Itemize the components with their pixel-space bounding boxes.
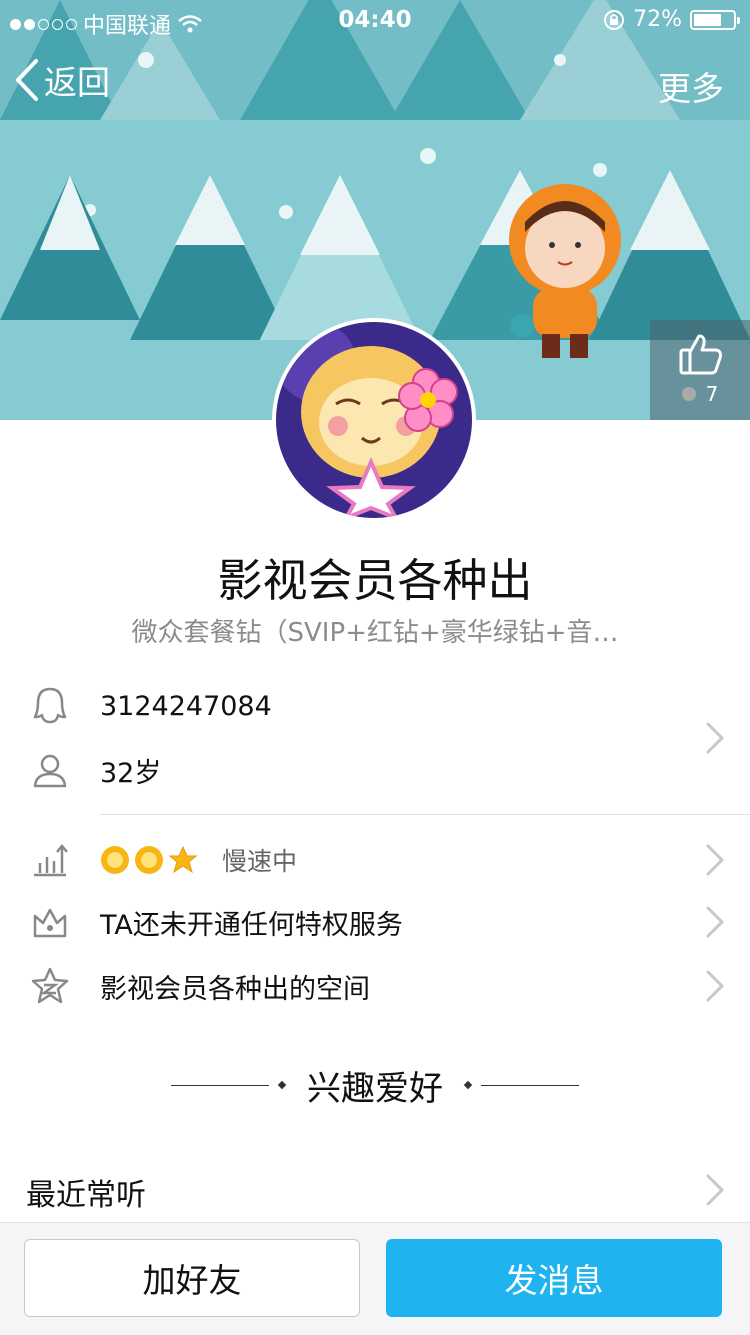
back-button[interactable]: 返回 (14, 56, 110, 104)
qq-number-row: 3124247084 (0, 676, 750, 736)
level-chart-icon (30, 840, 70, 880)
bottom-action-bar: 加好友 发消息 (0, 1222, 750, 1335)
add-friend-button[interactable]: 加好友 (24, 1239, 360, 1317)
interests-section-header: 兴趣爱好 (0, 1060, 750, 1110)
like-count: 7 (705, 382, 719, 406)
privilege-label: TA还未开通任何特权服务 (100, 909, 403, 941)
level-badges (100, 845, 198, 875)
send-message-button[interactable]: 发消息 (386, 1239, 722, 1317)
battery-fill (694, 13, 722, 26)
status-right-group: 72% (603, 7, 740, 32)
like-button[interactable]: 7 (650, 320, 750, 420)
divider-line (171, 1084, 269, 1086)
diamond-ornament (463, 1080, 473, 1090)
penguin-icon (30, 686, 70, 726)
navigation-bar: 返回 更多 (0, 48, 750, 118)
sun-icon (101, 846, 129, 874)
more-button[interactable]: 更多 (658, 62, 724, 110)
level-row[interactable]: 慢速中 (0, 830, 750, 890)
thumbs-up-icon (679, 334, 722, 375)
battery-percentage: 72% (633, 7, 682, 32)
chevron-right-icon (706, 1174, 724, 1206)
interests-title: 兴趣爱好 (307, 1068, 443, 1109)
status-bar: 中国联通 04:40 72% (0, 0, 750, 40)
crown-icon (30, 902, 70, 942)
profile-name: 影视会员各种出 (217, 554, 533, 607)
monkey-avatar-image (276, 322, 472, 518)
age-row: 32岁 (0, 740, 750, 800)
recently-listened-row[interactable]: 最近常听 (0, 1160, 750, 1220)
chevron-right-icon (706, 722, 724, 754)
qzone-label: 影视会员各种出的空间 (100, 973, 370, 1005)
rotation-lock-icon (604, 9, 625, 30)
qzone-row[interactable]: 影视会员各种出的空间 (0, 956, 750, 1016)
person-icon (30, 750, 70, 790)
level-status: 慢速中 (222, 847, 298, 876)
chevron-right-icon (706, 844, 724, 876)
diamond-ornament (277, 1080, 287, 1090)
sun-icon (135, 846, 163, 874)
avatar[interactable] (272, 318, 476, 522)
privilege-row[interactable]: TA还未开通任何特权服务 (0, 892, 750, 952)
like-count-row: 7 (650, 382, 750, 406)
chevron-right-icon (706, 906, 724, 938)
battery-icon (690, 9, 740, 30)
back-label: 返回 (44, 63, 110, 102)
divider-line (481, 1084, 579, 1086)
qq-number: 3124247084 (100, 690, 272, 722)
chevron-left-icon (16, 59, 38, 101)
age-value: 32岁 (100, 757, 162, 789)
chevron-right-icon (706, 970, 724, 1002)
recently-listened-label: 最近常听 (26, 1178, 146, 1213)
profile-signature[interactable]: 微众套餐钻（SVIP+红钻+豪华绿钻+音… (0, 612, 750, 649)
like-indicator-dot (681, 387, 696, 401)
divider (100, 814, 750, 815)
star-icon (168, 845, 198, 874)
qzone-star-icon (30, 966, 70, 1006)
